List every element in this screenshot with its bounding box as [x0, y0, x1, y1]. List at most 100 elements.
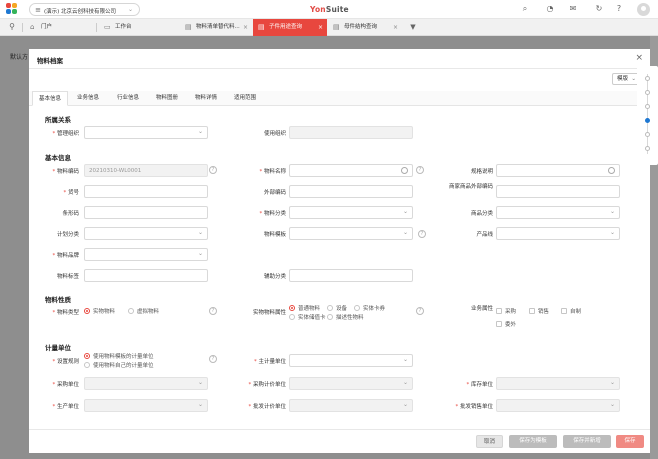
chevron-down-icon: ⌄	[197, 401, 203, 408]
org-select[interactable]: ≡ (演示) 北京云创科技有限公司 ⌄	[29, 3, 140, 16]
chevron-down-icon: ⌄	[609, 208, 615, 215]
save-button[interactable]: 保存	[616, 435, 644, 448]
tag-label: 物料标签	[56, 274, 79, 280]
anchor-navigator	[637, 66, 658, 165]
home-icon: ⌂	[30, 23, 35, 31]
mgmt-org-select[interactable]: ⌄	[84, 126, 208, 139]
material-template-label: 物料模板	[263, 232, 286, 238]
globe-icon[interactable]	[608, 167, 615, 174]
tab-workbench[interactable]: ▭ 工作台	[99, 19, 179, 36]
document-icon: ▤	[258, 23, 265, 31]
plan-category-select[interactable]: ⌄	[84, 227, 208, 240]
refresh-icon[interactable]: ↻	[594, 4, 604, 14]
notification-icon[interactable]: ◔	[545, 4, 555, 14]
production-unit-select[interactable]: ⌄	[84, 399, 208, 412]
tab-child-usage[interactable]: ▤ 子件用途查询 ×	[253, 19, 327, 36]
tab-basic-info[interactable]: 基本信息	[32, 91, 69, 106]
brand-select[interactable]: ⌄	[84, 248, 208, 261]
radio-physical-coupon[interactable]: 实体卡券	[354, 304, 385, 312]
setting-rule-label: 设置规则	[1, 357, 79, 365]
product-category-label: 商品分类	[470, 211, 493, 217]
tab-scope[interactable]: 适用范围	[228, 91, 262, 106]
chevron-down-icon: ⌄	[197, 128, 203, 135]
product-category-select[interactable]: ⌄	[496, 206, 620, 219]
tab-material-detail[interactable]: 物料详情	[189, 91, 223, 106]
radio-physical-material[interactable]: 实物物料	[84, 307, 115, 315]
plan-category-label: 计划分类	[56, 232, 79, 238]
brand-logo: YonSuite	[310, 5, 349, 14]
anchor-dot[interactable]	[645, 76, 650, 81]
wholesale-sale-unit-select[interactable]: ⌄	[496, 399, 620, 412]
use-org-label: 使用组织	[263, 131, 286, 137]
tab-bom-substitute[interactable]: ▤ 物料清单替代料... ×	[180, 19, 252, 36]
tag-input[interactable]	[84, 269, 208, 282]
radio-equipment[interactable]: 设备	[327, 304, 347, 312]
use-org-field	[289, 126, 413, 139]
radio-use-template-unit[interactable]: 使用物料模板的计量单位	[84, 352, 154, 360]
app-root: ≡ (演示) 北京云创科技有限公司 ⌄ YonSuite ⌕ ◔ ✉ ↻ ? ⚲…	[0, 0, 658, 459]
radio-virtual-material[interactable]: 虚拟物料	[128, 307, 159, 315]
anchor-dot[interactable]	[645, 104, 650, 109]
close-icon[interactable]: ×	[635, 53, 643, 63]
chevron-down-icon: ⌄	[127, 6, 133, 13]
main-unit-select[interactable]: ⌄	[289, 354, 413, 367]
search-icon[interactable]: ⌕	[520, 4, 530, 14]
modal-header: 物料档案 ×	[29, 49, 650, 69]
close-tab-icon[interactable]: ×	[318, 19, 323, 36]
business-attr-label: 业务属性	[470, 306, 493, 312]
name-input[interactable]	[289, 164, 413, 177]
close-tab-icon[interactable]: ×	[393, 19, 398, 36]
stock-unit-select[interactable]: ⌄	[496, 377, 620, 390]
checkbox-self-made[interactable]: 自制	[561, 307, 581, 315]
anchor-dot[interactable]	[645, 146, 650, 151]
model-input[interactable]	[84, 185, 208, 198]
save-as-template-button[interactable]: 保存为模板	[509, 435, 557, 448]
section-ownership: 所属关系	[45, 116, 71, 124]
save-and-new-button[interactable]: 保存并新增	[563, 435, 611, 448]
checkbox-sales[interactable]: 销售	[529, 307, 549, 315]
anchor-dot[interactable]	[645, 90, 650, 95]
tab-material-album[interactable]: 物料图册	[150, 91, 184, 106]
tab-menu-icon[interactable]: ▼	[408, 22, 418, 32]
template-select[interactable]: 模版 ⌄	[612, 73, 640, 85]
wholesale-price-unit-select[interactable]: ⌄	[289, 399, 413, 412]
anchor-dot-active[interactable]	[645, 118, 650, 123]
barcode-input[interactable]	[84, 206, 208, 219]
physical-attr-label: 实物物料属性	[252, 310, 286, 316]
modal-tabs: 基本信息 业务信息 行业信息 物料图册 物料详情 适用范围	[29, 91, 639, 106]
tab-industry-info[interactable]: 行业信息	[111, 91, 145, 106]
spec-label: 规格说明	[470, 169, 493, 175]
anchor-dot[interactable]	[645, 132, 650, 137]
message-icon[interactable]: ✉	[568, 4, 578, 14]
checkbox-outsource[interactable]: 委外	[496, 320, 516, 328]
spec-input[interactable]	[496, 164, 620, 177]
merchant-code-input[interactable]	[496, 185, 620, 198]
pin-icon[interactable]: ⚲	[7, 22, 17, 32]
chevron-down-icon: ⌄	[609, 401, 615, 408]
chevron-down-icon: ⌄	[402, 356, 408, 363]
tab-portal[interactable]: ⌂ 门户	[25, 19, 85, 36]
radio-normal-material[interactable]: 普通物料	[289, 304, 320, 312]
material-template-select[interactable]: ⌄	[289, 227, 413, 240]
close-tab-icon[interactable]: ×	[243, 19, 248, 36]
brand-label: 物料品牌	[1, 251, 79, 259]
ext-code-input[interactable]	[289, 185, 413, 198]
checkbox-purchase[interactable]: 采购	[496, 307, 516, 315]
globe-icon[interactable]	[401, 167, 408, 174]
radio-stored-value-card[interactable]: 实体储值卡	[289, 313, 326, 321]
radio-use-own-unit[interactable]: 使用物料自己的计量单位	[84, 361, 154, 369]
cancel-button[interactable]: 取消	[476, 435, 503, 448]
tab-parent-structure[interactable]: ▤ 母件结构查询 ×	[328, 19, 402, 36]
category-select[interactable]: ⌄	[289, 206, 413, 219]
purchase-price-unit-select[interactable]: ⌄	[289, 377, 413, 390]
aux-category-label: 辅助分类	[263, 274, 286, 280]
purchase-unit-select[interactable]: ⌄	[84, 377, 208, 390]
tab-business-info[interactable]: 业务信息	[71, 91, 105, 106]
app-grid-icon[interactable]	[6, 3, 18, 15]
radio-descriptive-material[interactable]: 描述性物料	[327, 313, 364, 321]
aux-category-input[interactable]	[289, 269, 413, 282]
help-icon[interactable]: ?	[614, 4, 624, 14]
avatar[interactable]	[637, 3, 650, 16]
top-bar: ≡ (演示) 北京云创科技有限公司 ⌄ YonSuite ⌕ ◔ ✉ ↻ ?	[0, 0, 658, 19]
product-line-select[interactable]: ⌄	[496, 227, 620, 240]
